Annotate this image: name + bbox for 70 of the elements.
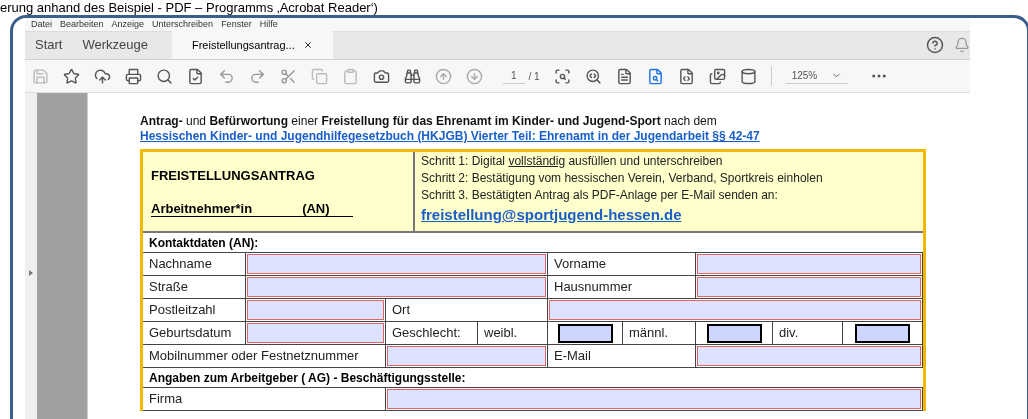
caption: erung anhand des Beispiel - PDF – Programms ‚Acrobat Reader‘) — [0, 0, 378, 15]
checkbox[interactable] — [855, 323, 910, 343]
images-icon[interactable] — [708, 67, 726, 85]
marquee-zoom-icon[interactable] — [553, 67, 571, 85]
law-link[interactable]: Hessischen Kinder- und Jugendhilfegesetzbuch (HKJGB) Vierter Teil: Ehrenamt in der Jugendarbeit §§ 42-47 — [140, 129, 970, 144]
clipboard-icon[interactable] — [342, 67, 359, 85]
menu-item[interactable]: Hilfe — [259, 18, 278, 32]
menu-item[interactable]: Unterschreiben — [152, 18, 214, 32]
close-icon[interactable] — [302, 40, 313, 50]
section-heading: Angaben zum Arbeitgeber ( AG) - Beschäftigungsstelle: — [149, 369, 466, 387]
field-label: Hausnummer — [554, 278, 633, 297]
help-icon[interactable] — [926, 36, 944, 54]
form-title: FREISTELLUNGSANTRAG — [151, 167, 316, 185]
binoculars-icon[interactable] — [404, 67, 421, 85]
input-field[interactable] — [697, 346, 921, 366]
input-field[interactable] — [247, 323, 384, 343]
field-label: Vorname — [554, 255, 607, 274]
field-label: Mobilnummer oder Festnetznummer — [149, 347, 359, 366]
scissors-icon[interactable] — [280, 67, 297, 85]
redo-icon[interactable] — [249, 67, 266, 85]
field-label: männl. — [629, 324, 669, 343]
page-number-field[interactable]: 1 — [503, 68, 525, 84]
page-icon[interactable] — [615, 67, 633, 85]
field-label: E-Mail — [554, 347, 591, 366]
bell-icon[interactable] — [954, 37, 970, 53]
field-label: Nachname — [149, 255, 212, 274]
menu-item[interactable]: Datei — [31, 18, 52, 32]
page-count: / 1 — [528, 69, 540, 84]
tab[interactable]: Start — [25, 31, 73, 59]
field-label: Straße — [149, 278, 188, 297]
menu-item[interactable]: Fenster — [221, 18, 252, 32]
field-label: Geburtsdatum — [149, 324, 232, 343]
input-field[interactable] — [247, 300, 384, 320]
star-icon[interactable] — [63, 67, 80, 85]
tab[interactable]: Werkzeuge — [72, 31, 158, 59]
file-search-icon[interactable] — [646, 67, 664, 85]
menu-item[interactable]: Anzeige — [111, 18, 145, 32]
field-label: div. — [779, 324, 799, 343]
field-label: Ort — [392, 301, 411, 320]
arrow-down-icon[interactable] — [466, 67, 483, 85]
camera-icon[interactable] — [373, 67, 390, 85]
field-label: weibl. — [484, 324, 518, 343]
step-text: Schritt 3. Bestätigten Antrag als PDF-Anlage per E-Mail senden an: — [421, 187, 779, 204]
zoom-dropdown[interactable]: 125% — [785, 68, 849, 84]
input-field[interactable] — [387, 346, 546, 366]
input-field[interactable] — [697, 277, 921, 297]
print-icon[interactable] — [125, 67, 142, 85]
menu-item[interactable]: Bearbeiten — [60, 18, 104, 32]
undo-icon[interactable] — [218, 67, 235, 85]
field-label: Postleitzahl — [149, 301, 216, 320]
arrow-up-icon[interactable] — [435, 67, 452, 85]
tab[interactable]: Freistellungsantrag... — [172, 31, 333, 59]
intro-text: Antrag- und Befürwortung einer Freistellung für das Ehrenamt im Kinder- und Jugend-Sport nach dem — [140, 114, 718, 129]
section-heading: Kontaktdaten (AN): — [149, 234, 259, 252]
step-text: Schritt 2: Bestätigung vom hessischen Verein, Verband, Sportkreis einholen — [421, 170, 823, 187]
expand-arrow-icon[interactable] — [29, 269, 33, 276]
email-link[interactable]: freistellung@sportjugend-hessen.de — [421, 204, 823, 226]
cloud-upload-icon[interactable] — [94, 67, 111, 85]
checkbox[interactable] — [557, 323, 613, 343]
checkbox[interactable] — [706, 323, 762, 343]
input-field[interactable] — [697, 254, 921, 274]
file-check-icon[interactable] — [187, 67, 204, 85]
form-subtitle: Arbeitnehmer*in (AN) — [151, 201, 353, 217]
input-field[interactable] — [387, 389, 921, 409]
field-label: Firma — [149, 390, 183, 409]
step-text: Schritt 1: Digital vollständig ausfüllen und unterschreiben — [421, 153, 724, 170]
field-label: Geschlecht: — [392, 324, 461, 343]
input-field[interactable] — [247, 254, 546, 274]
input-field[interactable] — [549, 300, 921, 320]
input-field[interactable] — [247, 277, 546, 297]
